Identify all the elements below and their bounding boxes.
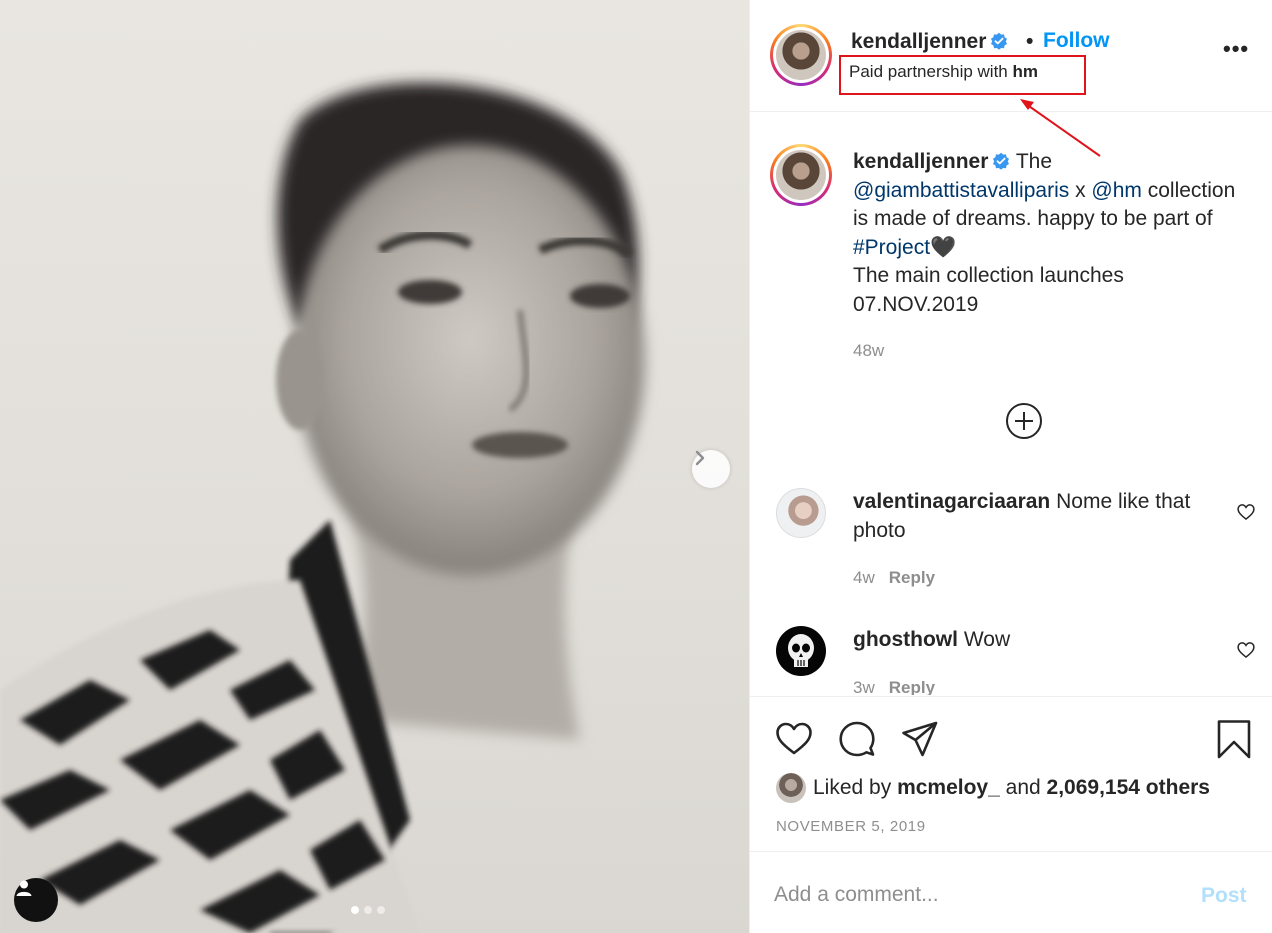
likes-summary[interactable]: Liked by mcmeloy_ and 2,069,154 others bbox=[776, 773, 1210, 803]
commenter-username[interactable]: ghosthowl bbox=[853, 628, 958, 651]
carousel-dot bbox=[377, 906, 385, 914]
more-options-button[interactable]: ••• bbox=[1223, 38, 1249, 60]
skull-avatar-icon bbox=[788, 634, 814, 667]
verified-badge-icon bbox=[993, 152, 1010, 170]
caption-timestamp[interactable]: 48w bbox=[853, 341, 884, 361]
comment-text: valentinagarciaaran Nome like that photo bbox=[853, 488, 1243, 545]
comment-icon[interactable] bbox=[837, 719, 877, 759]
commenter-avatar[interactable] bbox=[776, 626, 826, 676]
caption-mention-link[interactable]: @giambattistavalliparis bbox=[853, 179, 1069, 202]
follow-button[interactable]: Follow bbox=[1043, 29, 1110, 53]
add-comment-form: Post bbox=[750, 851, 1272, 933]
comment-input[interactable] bbox=[774, 880, 1174, 910]
header-separator: • bbox=[1026, 30, 1034, 53]
caption-text: The bbox=[1010, 150, 1053, 173]
likes-and: and bbox=[1005, 776, 1041, 799]
tagged-users-button[interactable] bbox=[14, 878, 58, 922]
share-icon[interactable] bbox=[900, 719, 940, 759]
commenter-avatar[interactable] bbox=[776, 488, 826, 538]
carousel-dot-active bbox=[351, 906, 359, 914]
post-details-panel: kendalljenner • Follow Paid partnership … bbox=[749, 0, 1272, 933]
liker-username[interactable]: mcmeloy_ bbox=[897, 776, 1000, 800]
black-heart-emoji: 🖤 bbox=[930, 235, 957, 259]
carousel-indicator bbox=[351, 906, 385, 914]
post-actions: Liked by mcmeloy_ and 2,069,154 others N… bbox=[750, 696, 1272, 851]
post-caption: kendalljenner The @giambattistavallipari… bbox=[853, 148, 1253, 319]
paid-partnership-label[interactable]: Paid partnership with hm bbox=[849, 62, 1038, 82]
plus-circle-icon[interactable] bbox=[1005, 402, 1043, 440]
caption-hashtag-link[interactable]: #Project bbox=[853, 236, 930, 259]
comment-meta: 4w Reply bbox=[853, 568, 935, 588]
caption-text: x bbox=[1069, 178, 1092, 202]
comment-meta: 3w Reply bbox=[853, 678, 935, 695]
caption-mention-link[interactable]: @hm bbox=[1091, 179, 1142, 202]
post-header: kendalljenner • Follow Paid partnership … bbox=[750, 0, 1272, 112]
heart-icon[interactable] bbox=[1236, 502, 1256, 522]
post-date[interactable]: NOVEMBER 5, 2019 bbox=[776, 818, 926, 835]
user-tag-icon bbox=[16, 880, 32, 896]
author-username-link[interactable]: kendalljenner bbox=[851, 30, 1008, 54]
chevron-right-icon bbox=[695, 450, 705, 466]
carousel-dot bbox=[364, 906, 372, 914]
bookmark-icon[interactable] bbox=[1214, 719, 1254, 759]
verified-badge-icon bbox=[991, 32, 1008, 50]
reply-button[interactable]: Reply bbox=[889, 678, 935, 695]
partnership-brand: hm bbox=[1012, 62, 1038, 81]
comment-text: ghosthowl Wow bbox=[853, 626, 1243, 655]
heart-icon[interactable] bbox=[774, 719, 814, 759]
heart-icon[interactable] bbox=[1236, 640, 1256, 660]
partnership-prefix: Paid partnership with bbox=[849, 62, 1013, 81]
reply-button[interactable]: Reply bbox=[889, 568, 935, 587]
author-avatar[interactable] bbox=[770, 24, 832, 86]
liker-avatar[interactable] bbox=[776, 773, 806, 803]
likes-others-link[interactable]: 2,069,154 others bbox=[1047, 776, 1210, 800]
comments-list[interactable]: valentinagarciaaran Nome like that photo… bbox=[750, 470, 1272, 695]
caption-author-avatar[interactable] bbox=[770, 144, 832, 206]
author-username: kendalljenner bbox=[851, 30, 987, 53]
caption-text: The main collection launches 07.NOV.2019 bbox=[853, 264, 1124, 316]
comment-timestamp[interactable]: 4w bbox=[853, 568, 875, 587]
likes-prefix: Liked by bbox=[813, 776, 892, 799]
post-comment-button[interactable]: Post bbox=[1201, 884, 1247, 908]
next-slide-button[interactable] bbox=[692, 450, 730, 488]
comment-body: Wow bbox=[957, 628, 1011, 651]
post-photo[interactable] bbox=[0, 0, 749, 933]
caption-author-username[interactable]: kendalljenner bbox=[853, 150, 988, 173]
commenter-username[interactable]: valentinagarciaaran bbox=[853, 490, 1050, 513]
comment-timestamp[interactable]: 3w bbox=[853, 678, 875, 695]
portrait-image bbox=[0, 82, 645, 933]
